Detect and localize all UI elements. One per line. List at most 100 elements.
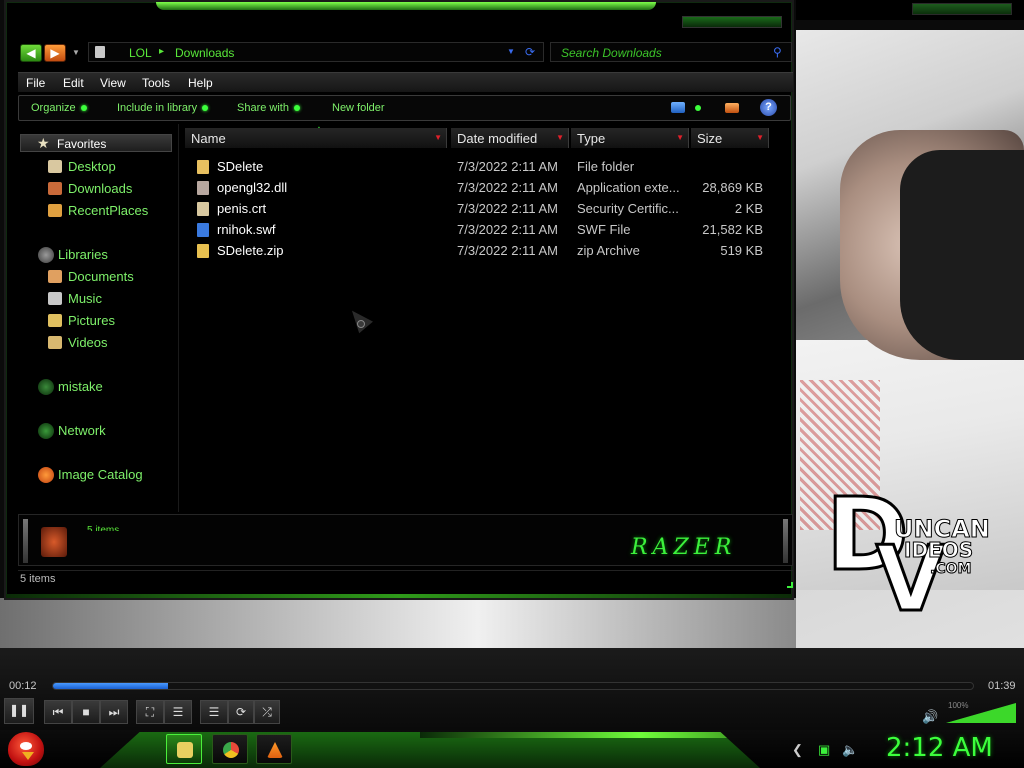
window-caption-buttons[interactable] xyxy=(682,16,782,28)
nav-item-label: Pictures xyxy=(68,313,115,328)
fullscreen-button[interactable]: ⛶ xyxy=(136,700,164,724)
change-view-icon[interactable] xyxy=(671,102,685,113)
shuffle-button[interactable]: ⤮ xyxy=(254,700,280,724)
refresh-icon[interactable]: ⟳ xyxy=(525,45,535,59)
menu-help[interactable]: Help xyxy=(188,76,213,90)
view-options-icon[interactable] xyxy=(695,105,701,111)
menu-tools[interactable]: Tools xyxy=(142,76,170,90)
column-header-date[interactable]: Date modified ▼ xyxy=(451,128,569,148)
column-header-size[interactable]: Size ▼ xyxy=(691,128,769,148)
file-row-crt[interactable]: penis.crt 7/3/2022 2:11 AM Security Cert… xyxy=(179,199,793,219)
player-window-controls[interactable] xyxy=(912,3,1012,15)
taskbar-vlc-button[interactable] xyxy=(256,734,292,764)
speaker-tray-icon[interactable]: 🔈 xyxy=(842,742,858,758)
column-header-name[interactable]: Name ▼ xyxy=(185,128,447,148)
column-dropdown-icon[interactable]: ▼ xyxy=(676,133,684,142)
forward-button[interactable]: ▶ xyxy=(44,44,66,62)
repeat-button[interactable]: ⟳ xyxy=(228,700,254,724)
recent-pages-dropdown-icon[interactable]: ▼ xyxy=(72,48,80,57)
file-date: 7/3/2022 2:11 AM xyxy=(457,222,558,237)
details-left-bar xyxy=(23,519,28,563)
file-name: penis.crt xyxy=(217,201,267,216)
file-date: 7/3/2022 2:11 AM xyxy=(457,243,558,258)
volume-slider[interactable]: 100% xyxy=(946,701,1018,725)
file-row-sdelete-folder[interactable]: SDelete 7/3/2022 2:11 AM File folder xyxy=(179,157,793,177)
libraries-icon xyxy=(38,247,54,263)
stop-button[interactable]: ■ xyxy=(72,700,100,724)
file-size: 519 KB xyxy=(720,243,763,258)
watermark-line2: IDEOS xyxy=(903,538,974,563)
file-row-zip[interactable]: SDelete.zip 7/3/2022 2:11 AM zip Archive… xyxy=(179,241,793,261)
breadcrumb-lol[interactable]: LOL xyxy=(129,46,152,60)
taskbar-clock[interactable]: 2:12 AM xyxy=(886,733,993,763)
taskbar-explorer-button[interactable] xyxy=(166,734,202,764)
elapsed-time: 00:12 xyxy=(9,680,37,692)
pictures-icon xyxy=(48,314,62,327)
volume-icon[interactable]: 🔊 xyxy=(922,709,938,725)
nav-item-label: Desktop xyxy=(68,159,116,174)
menu-edit[interactable]: Edit xyxy=(63,76,84,90)
search-box[interactable]: Search Downloads ⚲ xyxy=(550,42,792,62)
file-size: 28,869 KB xyxy=(702,180,763,195)
next-button[interactable]: ⏭ xyxy=(100,700,128,724)
desktop-icon xyxy=(48,160,62,173)
star-icon: ★ xyxy=(37,135,50,151)
search-icon[interactable]: ⚲ xyxy=(773,45,782,59)
file-row-swf[interactable]: rnihok.swf 7/3/2022 2:11 AM SWF File 21,… xyxy=(179,220,793,240)
video-scene-bottom xyxy=(0,598,796,648)
file-date: 7/3/2022 2:11 AM xyxy=(457,201,558,216)
file-size: 21,582 KB xyxy=(702,222,763,237)
nav-item-label: Music xyxy=(68,291,102,306)
folder-icon xyxy=(197,160,209,174)
address-bar[interactable]: LOL ▸ Downloads ▼ ⟳ xyxy=(88,42,544,62)
pause-button[interactable]: ❚❚ xyxy=(4,698,34,724)
watermark-line3: .COM xyxy=(929,561,972,578)
previous-button[interactable]: ⏮ xyxy=(44,700,72,724)
status-bar: 5 items xyxy=(18,570,793,588)
search-placeholder[interactable]: Search Downloads xyxy=(561,46,662,60)
column-dropdown-icon[interactable]: ▼ xyxy=(756,133,764,142)
column-header-type[interactable]: Type ▼ xyxy=(571,128,689,148)
file-name: rnihok.swf xyxy=(217,222,276,237)
seek-bar[interactable] xyxy=(52,682,974,690)
resize-grip-icon[interactable] xyxy=(787,582,793,588)
column-header-label: Name xyxy=(191,131,226,146)
file-row-opengl32[interactable]: opengl32.dll 7/3/2022 2:11 AM Applicatio… xyxy=(179,178,793,198)
address-dropdown-icon[interactable]: ▼ xyxy=(507,47,515,56)
navigation-row: ◀ ▶ ▼ LOL ▸ Downloads ▼ ⟳ Search Downloa… xyxy=(18,42,793,64)
equalizer-button[interactable]: ☰ xyxy=(164,700,192,724)
show-hidden-icons-icon[interactable]: ❮ xyxy=(792,742,803,758)
back-button[interactable]: ◀ xyxy=(20,44,42,62)
taskbar-chrome-button[interactable] xyxy=(212,734,248,764)
desktop-screen: D V UNCAN IDEOS .COM ◀ ▶ ▼ LOL ▸ Downloa… xyxy=(0,0,1024,768)
help-icon[interactable]: ? xyxy=(760,99,777,116)
preview-pane-icon[interactable] xyxy=(725,103,739,113)
new-folder-label: New folder xyxy=(332,102,385,114)
nav-item-label: RecentPlaces xyxy=(68,203,149,218)
file-size: 2 KB xyxy=(734,201,763,216)
new-folder-button[interactable]: New folder xyxy=(332,102,385,114)
organize-button[interactable]: Organize xyxy=(31,102,87,114)
file-type: zip Archive xyxy=(577,243,640,258)
total-time: 01:39 xyxy=(988,680,1016,692)
taskbar: ❮ ▣ 🔈 2:12 AM xyxy=(0,730,1024,768)
menu-file[interactable]: File xyxy=(26,76,45,90)
file-type: File folder xyxy=(577,159,635,174)
breadcrumb-downloads[interactable]: Downloads xyxy=(175,46,234,60)
favorites-header[interactable]: ★ Favorites xyxy=(20,134,172,152)
menu-bar: File Edit View Tools Help xyxy=(18,72,793,92)
explorer-window: ◀ ▶ ▼ LOL ▸ Downloads ▼ ⟳ Search Downloa… xyxy=(4,0,794,600)
start-button-angry-bird-icon[interactable] xyxy=(8,732,44,766)
network-tray-icon[interactable]: ▣ xyxy=(818,742,830,758)
menu-view[interactable]: View xyxy=(100,76,126,90)
chrome-icon xyxy=(223,742,239,758)
volume-percent: 100% xyxy=(948,701,969,710)
status-item-count: 5 items xyxy=(20,573,56,585)
include-in-library-button[interactable]: Include in library xyxy=(117,102,209,114)
share-with-button[interactable]: Share with xyxy=(237,102,300,114)
share-with-label: Share with xyxy=(237,102,289,114)
playlist-button[interactable]: ☰ xyxy=(200,700,228,724)
breadcrumb-separator-icon[interactable]: ▸ xyxy=(159,46,164,57)
column-dropdown-icon[interactable]: ▼ xyxy=(556,133,564,142)
column-dropdown-icon[interactable]: ▼ xyxy=(434,133,442,142)
